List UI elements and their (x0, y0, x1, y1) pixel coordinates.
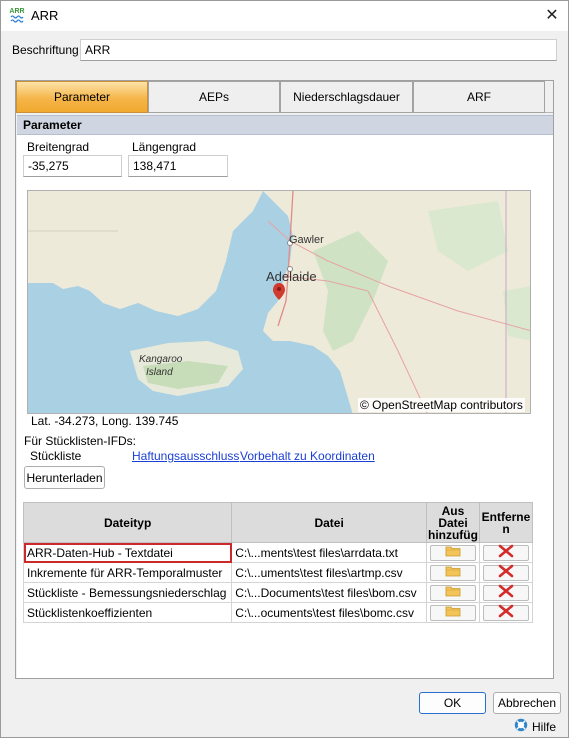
remove-cell (478, 562, 534, 583)
cancel-button[interactable]: Abbrechen (493, 692, 561, 714)
add-from-file-cell (425, 542, 480, 563)
folder-icon (445, 605, 461, 620)
remove-button[interactable] (482, 544, 529, 561)
red-x-icon (498, 604, 514, 621)
column-header-remove[interactable]: Entferne n (478, 502, 534, 543)
section-header: Parameter (17, 115, 553, 135)
tab-strip: Parameter AEPs Niederschlagsdauer ARF (16, 81, 553, 113)
window-title: ARR (31, 8, 59, 23)
column-header-add[interactable]: Aus Datei hinzufüg (425, 502, 480, 543)
remove-button[interactable] (482, 564, 529, 581)
tab-parameter[interactable]: Parameter (16, 81, 148, 113)
add-from-file-cell (425, 582, 480, 603)
tab-label: Niederschlagsdauer (293, 90, 400, 104)
remove-cell (478, 602, 534, 623)
svg-text:ARR: ARR (9, 8, 24, 15)
download-button[interactable]: Herunterladen (24, 466, 105, 489)
add-from-file-button[interactable] (429, 604, 476, 621)
column-header-type[interactable]: Dateityp (22, 502, 233, 543)
files-table: Dateityp Datei Aus Datei hinzufüg Entfer… (22, 502, 534, 623)
app-logo-icon: ARR (8, 6, 26, 24)
tab-niederschlagsdauer[interactable]: Niederschlagsdauer (280, 81, 413, 113)
map-label-island: Island (146, 367, 173, 378)
tab-label: ARF (467, 90, 491, 104)
ok-button[interactable]: OK (419, 692, 486, 714)
help-label: Hilfe (532, 719, 557, 734)
help-icon (514, 718, 528, 735)
tab-label: AEPs (198, 90, 229, 104)
folder-icon (445, 565, 461, 580)
file-path-cell[interactable]: C:\...Documents\test files\bom.csv (231, 582, 427, 603)
longitude-label: Längengrad (132, 140, 197, 154)
file-path-cell[interactable]: C:\...ments\test files\arrdata.txt (231, 542, 427, 563)
add-from-file-cell (425, 602, 480, 623)
file-path-cell[interactable]: C:\...uments\test files\artmp.csv (231, 562, 427, 583)
stueckliste-label: Stückliste (30, 449, 82, 463)
close-button[interactable]: ✕ (540, 4, 564, 26)
map-label-kangaroo: Kangaroo (139, 354, 183, 365)
add-from-file-button[interactable] (429, 544, 476, 561)
caption-input[interactable]: ARR (80, 39, 557, 61)
coordinates-caveat-link[interactable]: Vorbehalt zu Koordinaten (240, 449, 375, 463)
table-row[interactable]: ARR-Daten-Hub - Textdatei C:\...ments\tes… (22, 542, 534, 563)
file-type-cell[interactable]: ARR-Daten-Hub - Textdatei (22, 542, 233, 563)
map-label-adelaide: Adelaide (266, 269, 317, 284)
red-x-icon (498, 564, 514, 581)
latitude-input[interactable]: -35,275 (23, 155, 122, 177)
tab-label: Parameter (53, 90, 111, 104)
disclaimer-link[interactable]: Haftungsausschluss (132, 449, 239, 463)
remove-cell (478, 582, 534, 603)
remove-cell (478, 542, 534, 563)
table-row[interactable]: Inkremente für ARR-Temporalmuster C:\...u… (22, 562, 534, 583)
folder-icon (445, 545, 461, 560)
location-map[interactable]: Gawler Adelaide Kangaroo Island (27, 190, 531, 414)
table-row[interactable]: Stücklistenkoeffizienten C:\...ocuments\t… (22, 602, 534, 623)
title-bar (0, 0, 569, 31)
tab-arf[interactable]: ARF (413, 81, 545, 113)
help-link[interactable]: Hilfe (514, 718, 556, 735)
folder-icon (445, 585, 461, 600)
close-icon: ✕ (545, 7, 559, 24)
remove-button[interactable] (482, 584, 529, 601)
table-row[interactable]: Stückliste - Bemessungsniederschlag C:\..… (22, 582, 534, 603)
red-x-icon (498, 584, 514, 601)
map-label-gawler: Gawler (289, 234, 324, 246)
column-header-file[interactable]: Datei (231, 502, 427, 543)
add-from-file-button[interactable] (429, 564, 476, 581)
map-coordinates-readout: Lat. -34.273, Long. 139.745 (29, 414, 181, 428)
tab-aeps[interactable]: AEPs (148, 81, 280, 113)
file-type-cell[interactable]: Stückliste - Bemessungsniederschlag (22, 582, 233, 603)
file-type-cell[interactable]: Stücklistenkoeffizienten (22, 602, 233, 623)
map-credit: © OpenStreetMap contributors (358, 398, 525, 412)
caption-label: Beschriftung (12, 43, 79, 57)
latitude-label: Breitengrad (27, 140, 90, 154)
red-x-icon (498, 544, 514, 561)
file-type-cell[interactable]: Inkremente für ARR-Temporalmuster (22, 562, 233, 583)
longitude-input[interactable]: 138,471 (128, 155, 228, 177)
ifd-section-label: Für Stücklisten-IFDs: (24, 434, 137, 448)
remove-button[interactable] (482, 604, 529, 621)
add-from-file-button[interactable] (429, 584, 476, 601)
file-path-cell[interactable]: C:\...ocuments\test files\bomc.csv (231, 602, 427, 623)
add-from-file-cell (425, 562, 480, 583)
